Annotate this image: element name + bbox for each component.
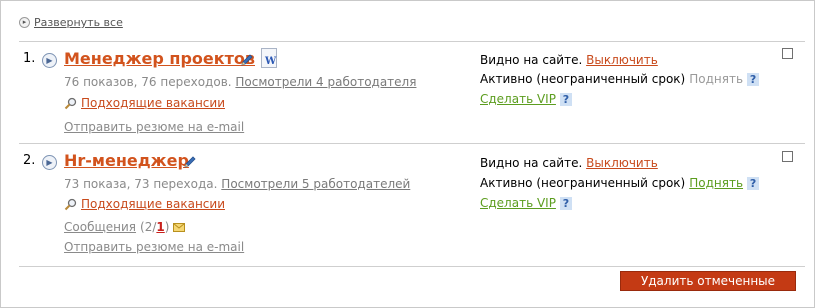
- send-resume-link[interactable]: Отправить резюме на e-mail: [64, 120, 244, 134]
- send-resume: Отправить резюме на e-mail: [64, 120, 244, 134]
- make-vip-link[interactable]: Сделать VIP: [480, 92, 556, 106]
- raise-text: Поднять: [689, 72, 744, 86]
- divider: [19, 41, 805, 42]
- suitable-vacancies-link[interactable]: Подходящие вакансии: [81, 197, 225, 211]
- help-icon[interactable]: ?: [747, 72, 760, 86]
- new-messages-count[interactable]: 1: [156, 220, 164, 234]
- visible-label: Видно на сайте.: [480, 53, 583, 67]
- raise-link[interactable]: Поднять: [689, 176, 743, 190]
- resume-stats: 73 показа, 73 перехода. Посмотрели 5 раб…: [64, 177, 410, 191]
- resume-row-2: 2. ▶ Hr-менеджер 73 показа, 73 перехода.…: [19, 151, 805, 263]
- envelope-icon: [173, 222, 186, 232]
- expand-all-link[interactable]: ▸ Развернуть все: [19, 16, 123, 29]
- visible-label: Видно на сайте.: [480, 156, 583, 170]
- divider: [19, 266, 805, 267]
- visibility-status: Видно на сайте. Выключить: [480, 156, 658, 170]
- resume-row-1: 1. ▶ Менеджер проектов W 76 показов, 76 …: [19, 48, 805, 141]
- send-resume-link[interactable]: Отправить резюме на e-mail: [64, 240, 244, 254]
- disable-link[interactable]: Выключить: [586, 53, 658, 67]
- edit-pencil-icon[interactable]: [183, 155, 197, 169]
- divider: [19, 143, 805, 144]
- send-resume: Отправить резюме на e-mail: [64, 240, 244, 254]
- word-document-icon[interactable]: W: [261, 48, 277, 68]
- help-icon[interactable]: ?: [559, 92, 572, 106]
- magnifier-icon: [64, 97, 77, 109]
- suitable-vacancies: Подходящие вакансии: [64, 197, 225, 211]
- activity-status: Активно (неограниченный срок) Поднять ?: [480, 72, 760, 86]
- messages-link[interactable]: Сообщения: [64, 220, 136, 234]
- messages-count: (2/1): [140, 220, 170, 234]
- edit-pencil-icon[interactable]: [240, 53, 254, 67]
- chevron-right-icon: ▸: [19, 17, 30, 28]
- suitable-vacancies: Подходящие вакансии: [64, 96, 225, 110]
- resume-list-panel: ▸ Развернуть все 1. ▶ Менеджер проектов …: [0, 0, 815, 308]
- activity-status: Активно (неограниченный срок) Поднять ?: [480, 176, 760, 190]
- make-vip-link[interactable]: Сделать VIP: [480, 196, 556, 210]
- resume-checkbox[interactable]: [782, 151, 793, 162]
- help-icon[interactable]: ?: [559, 196, 572, 210]
- views-count: 73 показа, 73 перехода.: [64, 177, 218, 191]
- suitable-vacancies-link[interactable]: Подходящие вакансии: [81, 96, 225, 110]
- help-icon[interactable]: ?: [747, 176, 760, 190]
- delete-selected-button[interactable]: Удалить отмеченные: [620, 271, 796, 291]
- disable-link[interactable]: Выключить: [586, 156, 658, 170]
- viewed-by-link[interactable]: Посмотрели 4 работодателя: [235, 75, 416, 89]
- vip-row: Сделать VIP ?: [480, 92, 572, 106]
- resume-checkbox[interactable]: [782, 48, 793, 59]
- expand-arrow-icon[interactable]: ▶: [42, 155, 57, 170]
- messages: Сообщения (2/1): [64, 220, 186, 234]
- active-label: Активно (неограниченный срок): [480, 176, 686, 190]
- resume-title[interactable]: Менеджер проектов: [64, 49, 255, 68]
- expand-all-label[interactable]: Развернуть все: [34, 16, 123, 29]
- expand-arrow-icon[interactable]: ▶: [42, 53, 57, 68]
- resume-stats: 76 показов, 76 переходов. Посмотрели 4 р…: [64, 75, 416, 89]
- resume-number: 1.: [23, 51, 36, 66]
- resume-number: 2.: [23, 153, 36, 168]
- vip-row: Сделать VIP ?: [480, 196, 572, 210]
- visibility-status: Видно на сайте. Выключить: [480, 53, 658, 67]
- viewed-by-link[interactable]: Посмотрели 5 работодателей: [221, 177, 410, 191]
- magnifier-icon: [64, 198, 77, 210]
- active-label: Активно (неограниченный срок): [480, 72, 686, 86]
- views-count: 76 показов, 76 переходов.: [64, 75, 232, 89]
- resume-title[interactable]: Hr-менеджер: [64, 151, 189, 170]
